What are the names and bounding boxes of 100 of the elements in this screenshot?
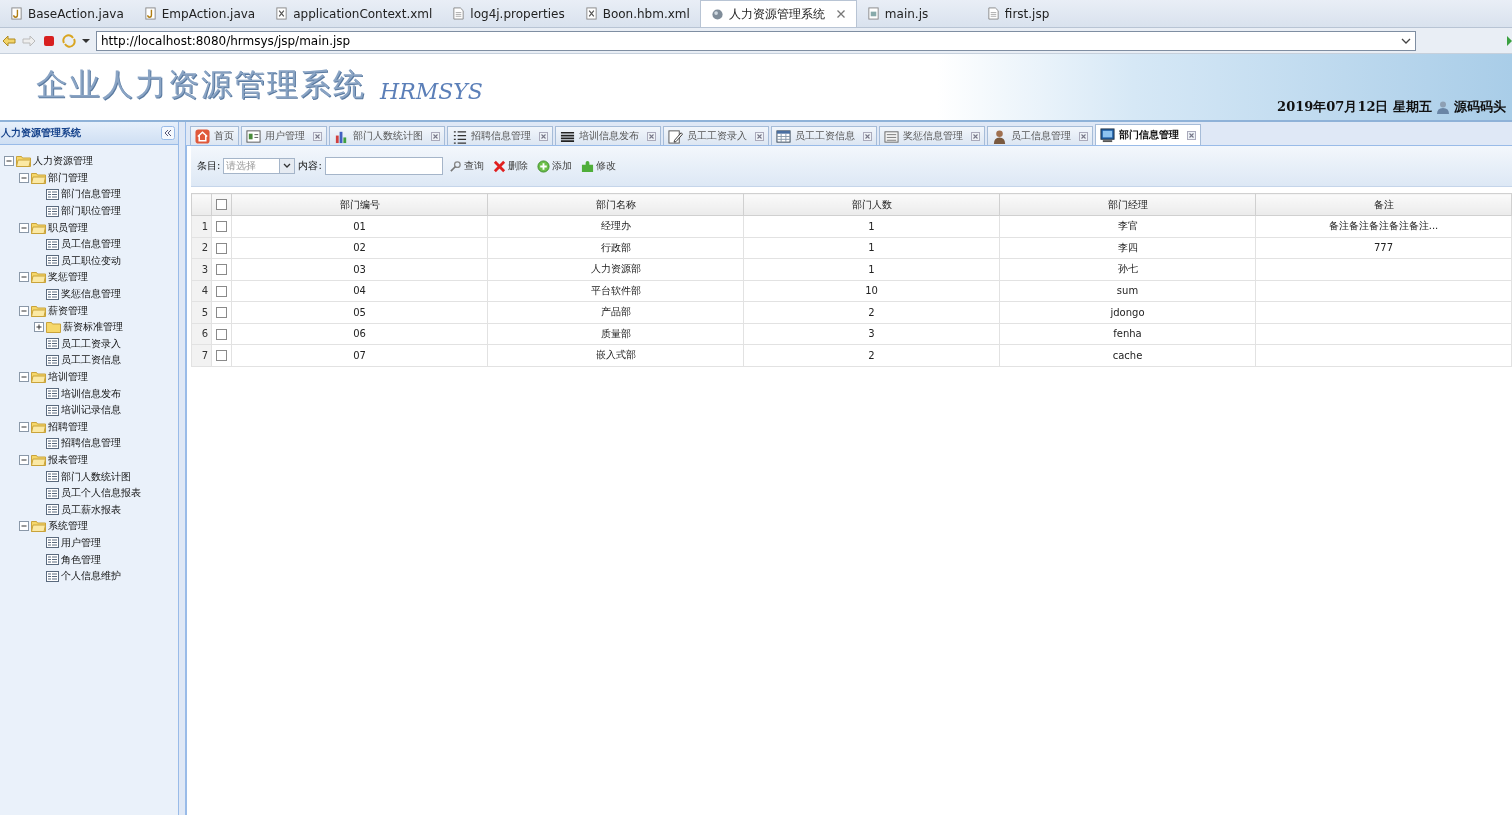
- toolbar-button[interactable]: 查询: [445, 159, 487, 173]
- tree-item[interactable]: 部门管理: [48, 170, 88, 185]
- tab[interactable]: 用户管理: [241, 126, 327, 145]
- tree-item[interactable]: 个人信息维护: [61, 569, 121, 584]
- collapse-icon[interactable]: [161, 126, 175, 140]
- tree-item[interactable]: 薪资管理: [48, 303, 88, 318]
- collapse-toggle-icon[interactable]: [4, 156, 14, 167]
- tree-item[interactable]: 报表管理: [48, 453, 88, 467]
- toolbar-button[interactable]: 修改: [577, 159, 619, 173]
- table-cell: cache: [1112, 349, 1143, 361]
- tree-item[interactable]: 人力资源管理: [33, 154, 93, 169]
- close-icon[interactable]: [539, 131, 548, 141]
- tree-item[interactable]: 员工薪水报表: [61, 502, 121, 517]
- checkbox[interactable]: [216, 328, 227, 340]
- expand-toggle-icon[interactable]: [34, 322, 44, 333]
- content-input[interactable]: [324, 157, 443, 175]
- tab[interactable]: 招聘信息管理: [447, 126, 553, 145]
- stop-icon[interactable]: [42, 33, 56, 48]
- dropdown-caret-icon[interactable]: [279, 159, 295, 173]
- tab[interactable]: 员工信息管理: [987, 126, 1093, 145]
- column-header[interactable]: 部门经理: [999, 193, 1256, 216]
- editor-tab[interactable]: BaseAction.java: [0, 0, 134, 27]
- collapse-toggle-icon[interactable]: [19, 272, 29, 283]
- column-header[interactable]: 部门编号: [231, 193, 488, 216]
- page-icon: [46, 189, 59, 200]
- tree-item[interactable]: 员工工资信息: [61, 353, 121, 368]
- table-cell: 2: [868, 306, 875, 318]
- table-cell: fenha: [1113, 328, 1142, 340]
- collapse-toggle-icon[interactable]: [19, 172, 29, 183]
- tree-item[interactable]: 员工个人信息报表: [61, 486, 141, 501]
- checkbox[interactable]: [216, 242, 227, 254]
- tree-item[interactable]: 奖惩信息管理: [61, 287, 121, 302]
- tree-item[interactable]: 培训管理: [48, 370, 88, 384]
- tab[interactable]: 员工工资录入: [663, 126, 769, 145]
- table-cell: 备注备注备注备注备注...: [1328, 220, 1439, 232]
- tree-item[interactable]: 奖惩管理: [48, 270, 88, 285]
- user-icon: [1436, 100, 1450, 114]
- close-icon[interactable]: [1079, 131, 1088, 141]
- close-icon[interactable]: [863, 131, 872, 141]
- collapse-toggle-icon[interactable]: [19, 521, 29, 532]
- page-icon: [46, 570, 59, 582]
- tab[interactable]: 部门人数统计图: [329, 126, 445, 145]
- close-icon[interactable]: [431, 131, 440, 141]
- editor-tab[interactable]: EmpAction.java: [133, 0, 266, 27]
- tab[interactable]: 奖惩信息管理: [879, 126, 985, 145]
- tab[interactable]: 培训信息发布: [555, 126, 661, 145]
- tree-item[interactable]: 部门信息管理: [61, 187, 121, 202]
- close-icon[interactable]: [755, 131, 764, 141]
- refresh-icon[interactable]: [62, 33, 76, 48]
- editor-tab[interactable]: applicationContext.xml: [265, 0, 443, 27]
- editor-tab[interactable]: log4j.properties: [442, 0, 575, 27]
- tree-item[interactable]: 角色管理: [61, 552, 101, 567]
- tree-item[interactable]: 招聘管理: [48, 419, 88, 434]
- collapse-toggle-icon[interactable]: [19, 421, 29, 432]
- tree-item[interactable]: 员工工资录入: [61, 336, 121, 351]
- toolbar-button[interactable]: 添加: [533, 159, 575, 173]
- calendar-icon: [776, 128, 791, 144]
- tree-item[interactable]: 部门人数统计图: [61, 469, 131, 484]
- table-cell: 05: [353, 306, 366, 318]
- close-icon[interactable]: [313, 131, 322, 141]
- column-header[interactable]: 部门名称: [487, 193, 744, 216]
- collapse-toggle-icon[interactable]: [19, 455, 29, 465]
- tree-item[interactable]: 员工信息管理: [61, 237, 121, 252]
- checkbox[interactable]: [216, 199, 227, 211]
- tree-item[interactable]: 培训信息发布: [61, 386, 121, 401]
- tab[interactable]: 员工工资信息: [771, 126, 877, 145]
- tree-item[interactable]: 用户管理: [61, 535, 101, 550]
- table-cell: 嵌入式部: [595, 349, 636, 361]
- back-icon[interactable]: [2, 33, 16, 48]
- tree-item[interactable]: 部门职位管理: [61, 204, 121, 219]
- tree-item[interactable]: 薪资标准管理: [63, 320, 123, 335]
- tree-item[interactable]: 招聘信息管理: [61, 436, 121, 451]
- tree-item[interactable]: 职员管理: [48, 220, 88, 235]
- close-icon[interactable]: [647, 131, 656, 141]
- collapse-toggle-icon[interactable]: [19, 372, 29, 382]
- toolbar-button[interactable]: 删除: [489, 159, 531, 173]
- collapse-toggle-icon[interactable]: [19, 222, 29, 233]
- folder-icon: [31, 271, 46, 284]
- collapse-toggle-icon[interactable]: [19, 305, 29, 316]
- tab[interactable]: 部门信息管理: [1095, 124, 1201, 145]
- checkbox[interactable]: [216, 307, 227, 318]
- table-cell: 777: [1373, 242, 1394, 254]
- checkbox[interactable]: [216, 264, 227, 275]
- editor-tab[interactable]: first.jsp: [976, 0, 1097, 27]
- tree-item[interactable]: 培训记录信息: [61, 403, 121, 418]
- checkbox[interactable]: [216, 350, 227, 361]
- tree-item[interactable]: 系统管理: [48, 519, 88, 534]
- editor-tab[interactable]: 人力资源管理系统: [699, 0, 857, 27]
- close-icon[interactable]: [971, 131, 980, 141]
- url-field[interactable]: http://localhost:8080/hrmsys/jsp/main.jsp: [96, 30, 1416, 51]
- editor-tab[interactable]: Boon.hbm.xml: [574, 0, 700, 27]
- close-icon[interactable]: [835, 9, 846, 19]
- checkbox[interactable]: [216, 285, 227, 297]
- column-header[interactable]: 部门人数: [743, 193, 1000, 216]
- close-icon[interactable]: [1187, 130, 1196, 140]
- editor-tab[interactable]: main.js: [856, 0, 977, 27]
- checkbox[interactable]: [216, 221, 227, 232]
- column-header[interactable]: 备注: [1255, 193, 1512, 216]
- tree-item[interactable]: 员工职位变动: [61, 253, 121, 268]
- tab[interactable]: 首页: [190, 126, 239, 145]
